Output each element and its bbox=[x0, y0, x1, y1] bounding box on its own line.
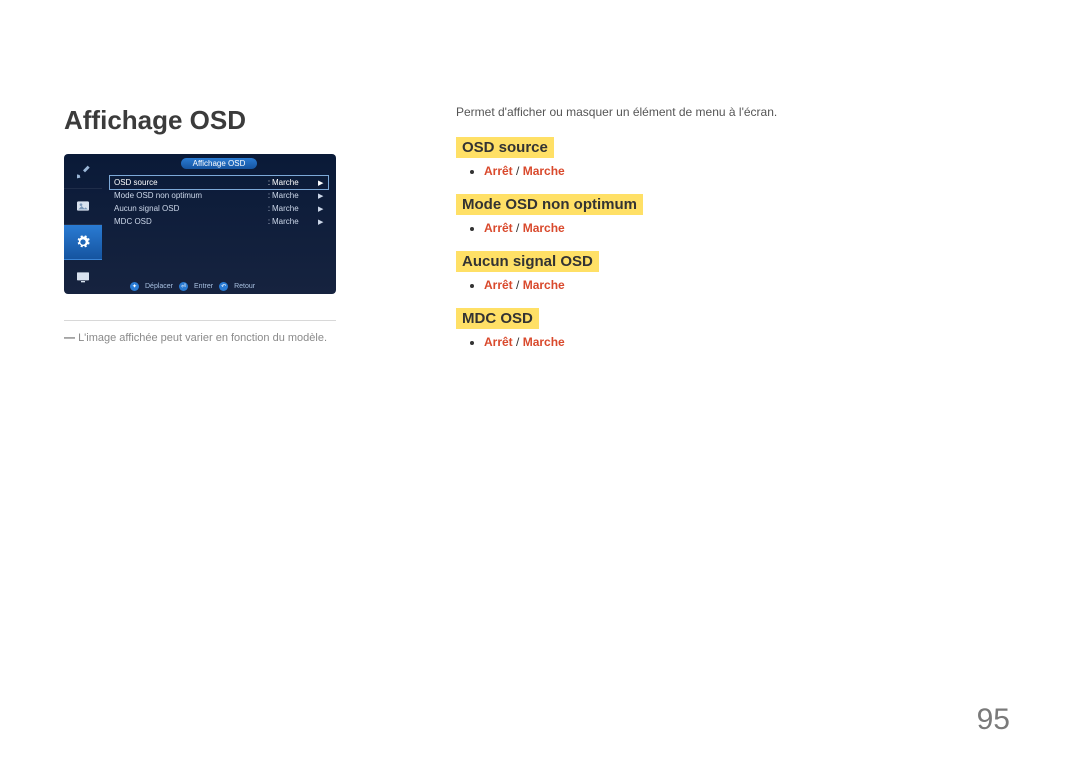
osd-row: Mode OSD non optimum : Marche ▶ bbox=[110, 189, 328, 202]
option-list: Arrêt / Marche bbox=[456, 278, 1016, 292]
osd-row-label: OSD source bbox=[110, 178, 266, 187]
osd-row-value: Marche bbox=[272, 217, 318, 226]
description: Permet d'afficher ou masquer un élément … bbox=[456, 105, 1016, 119]
enter-icon: ⏎ bbox=[179, 282, 188, 291]
dpad-icon: ✦ bbox=[130, 282, 139, 291]
option-off: Arrêt bbox=[484, 335, 513, 349]
osd-row-label: Mode OSD non optimum bbox=[110, 191, 266, 200]
osd-row-label: MDC OSD bbox=[110, 217, 266, 226]
section: Mode OSD non optimum Arrêt / Marche bbox=[456, 194, 1016, 235]
return-icon: ↶ bbox=[219, 282, 228, 291]
option-separator: / bbox=[513, 164, 523, 178]
tool-icon bbox=[64, 154, 102, 189]
option-off: Arrêt bbox=[484, 278, 513, 292]
section-heading: MDC OSD bbox=[456, 308, 539, 329]
display-icon bbox=[64, 260, 102, 294]
option-item: Arrêt / Marche bbox=[484, 221, 1016, 235]
dash-icon: ― bbox=[64, 332, 78, 344]
option-on: Marche bbox=[523, 335, 565, 349]
image-icon bbox=[64, 189, 102, 224]
option-off: Arrêt bbox=[484, 221, 513, 235]
section-heading: Aucun signal OSD bbox=[456, 251, 599, 272]
osd-footer-return: Retour bbox=[234, 283, 255, 290]
option-separator: / bbox=[513, 278, 523, 292]
page-title: Affichage OSD bbox=[64, 105, 394, 136]
option-on: Marche bbox=[523, 164, 565, 178]
osd-header: Affichage OSD bbox=[102, 154, 336, 172]
option-list: Arrêt / Marche bbox=[456, 335, 1016, 349]
osd-body: OSD source : Marche ▶ Mode OSD non optim… bbox=[102, 172, 336, 278]
osd-row: Aucun signal OSD : Marche ▶ bbox=[110, 202, 328, 215]
option-separator: / bbox=[513, 335, 523, 349]
option-off: Arrêt bbox=[484, 164, 513, 178]
option-list: Arrêt / Marche bbox=[456, 164, 1016, 178]
chevron-right-icon: ▶ bbox=[318, 192, 328, 200]
osd-footer: ✦ Déplacer ⏎ Entrer ↶ Retour bbox=[102, 278, 336, 294]
section: OSD source Arrêt / Marche bbox=[456, 137, 1016, 178]
section: Aucun signal OSD Arrêt / Marche bbox=[456, 251, 1016, 292]
section: MDC OSD Arrêt / Marche bbox=[456, 308, 1016, 349]
page-number: 95 bbox=[977, 703, 1010, 737]
section-heading: OSD source bbox=[456, 137, 554, 158]
caption: ― L'image affichée peut varier en foncti… bbox=[64, 331, 394, 346]
osd-row: OSD source : Marche ▶ bbox=[110, 176, 328, 189]
caption-text: L'image affichée peut varier en fonction… bbox=[78, 332, 327, 344]
chevron-right-icon: ▶ bbox=[318, 179, 328, 187]
osd-row-value: Marche bbox=[272, 204, 318, 213]
divider bbox=[64, 320, 336, 321]
osd-row: MDC OSD : Marche ▶ bbox=[110, 215, 328, 228]
osd-row-label: Aucun signal OSD bbox=[110, 204, 266, 213]
osd-header-title: Affichage OSD bbox=[181, 158, 258, 169]
osd-row-value: Marche bbox=[272, 191, 318, 200]
option-item: Arrêt / Marche bbox=[484, 164, 1016, 178]
osd-footer-enter: Entrer bbox=[194, 283, 213, 290]
osd-footer-move: Déplacer bbox=[145, 283, 173, 290]
osd-row-value: Marche bbox=[272, 178, 318, 187]
option-on: Marche bbox=[523, 221, 565, 235]
option-on: Marche bbox=[523, 278, 565, 292]
chevron-right-icon: ▶ bbox=[318, 205, 328, 213]
chevron-right-icon: ▶ bbox=[318, 218, 328, 226]
gear-icon bbox=[64, 225, 102, 260]
option-list: Arrêt / Marche bbox=[456, 221, 1016, 235]
osd-main: Affichage OSD OSD source : Marche ▶ Mode… bbox=[102, 154, 336, 294]
option-item: Arrêt / Marche bbox=[484, 335, 1016, 349]
osd-sidebar bbox=[64, 154, 102, 294]
section-heading: Mode OSD non optimum bbox=[456, 194, 643, 215]
osd-screenshot: Affichage OSD OSD source : Marche ▶ Mode… bbox=[64, 154, 336, 294]
option-item: Arrêt / Marche bbox=[484, 278, 1016, 292]
option-separator: / bbox=[513, 221, 523, 235]
